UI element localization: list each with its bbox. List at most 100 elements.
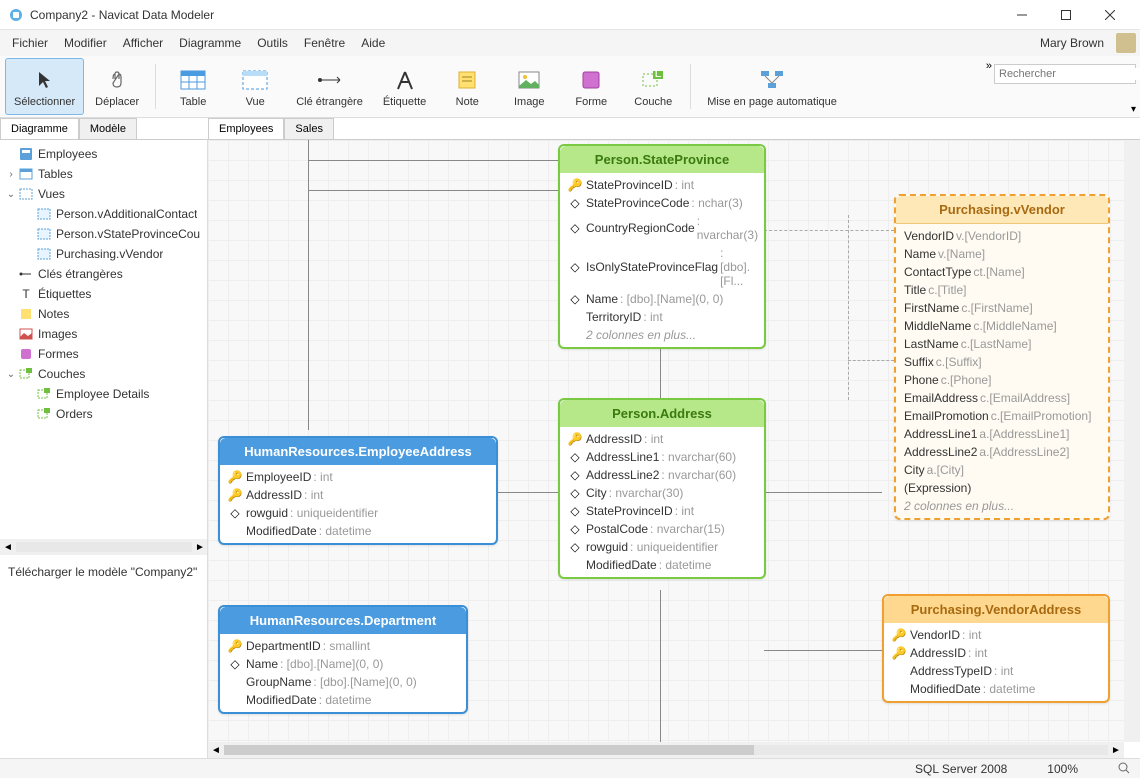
toolbar-more[interactable]: » xyxy=(986,60,992,72)
scroll-right[interactable]: ► xyxy=(192,542,208,553)
vertical-scrollbar[interactable] xyxy=(1124,140,1140,742)
field-row: MiddleName c.[MiddleName] xyxy=(896,317,1108,335)
menu-outils[interactable]: Outils xyxy=(249,32,296,54)
menu-afficher[interactable]: Afficher xyxy=(115,32,171,54)
close-button[interactable] xyxy=(1088,1,1132,29)
view-icon xyxy=(241,66,269,94)
horizontal-scrollbar[interactable]: ◄ ► xyxy=(208,742,1124,758)
view-icon xyxy=(36,206,52,222)
label-icon: T xyxy=(18,286,34,302)
field-row: 🔑AddressID: int xyxy=(220,486,496,504)
menu-diagramme[interactable]: Diagramme xyxy=(171,32,249,54)
window-title: Company2 - Navicat Data Modeler xyxy=(30,8,1000,22)
entity-department[interactable]: HumanResources.Department 🔑DepartmentID:… xyxy=(218,605,468,714)
tree-layer-item-1[interactable]: Orders xyxy=(0,404,207,424)
tree-view-item-0[interactable]: Person.vAdditionalContact xyxy=(0,204,207,224)
tab-employees[interactable]: Employees xyxy=(208,118,284,139)
tree-notes[interactable]: Notes xyxy=(0,304,207,324)
field-extra: 2 colonnes en plus... xyxy=(560,326,764,344)
maximize-button[interactable] xyxy=(1044,1,1088,29)
user-name[interactable]: Mary Brown xyxy=(1032,32,1112,54)
tool-label[interactable]: Étiquette xyxy=(374,58,435,115)
tree-tables[interactable]: ›Tables xyxy=(0,164,207,184)
field-row: Title c.[Title] xyxy=(896,281,1108,299)
diamond-icon: ◇ xyxy=(228,506,242,520)
tool-move[interactable]: Déplacer xyxy=(86,58,148,115)
connector xyxy=(660,590,661,742)
status-bar: SQL Server 2008 100% xyxy=(0,758,1140,778)
field-row: EmailAddress c.[EmailAddress] xyxy=(896,389,1108,407)
note-icon xyxy=(18,306,34,322)
diamond-icon: ◇ xyxy=(228,657,242,671)
tab-sales[interactable]: Sales xyxy=(284,118,334,139)
tool-view[interactable]: Vue xyxy=(225,58,285,115)
download-model-link[interactable]: Télécharger le modèle "Company2" xyxy=(8,565,197,579)
field-row: ModifiedDate: datetime xyxy=(884,680,1108,698)
tree-fks[interactable]: Clés étrangères xyxy=(0,264,207,284)
diamond-icon: ◇ xyxy=(568,486,582,500)
side-scrollbar[interactable]: ◄ ► xyxy=(0,539,208,555)
tool-table[interactable]: Table xyxy=(163,58,223,115)
field-row: ModifiedDate: datetime xyxy=(220,522,496,540)
tree-labels[interactable]: TÉtiquettes xyxy=(0,284,207,304)
side-tabs: Diagramme Modèle xyxy=(0,118,137,139)
tab-modele[interactable]: Modèle xyxy=(79,118,137,139)
minimize-button[interactable] xyxy=(1000,1,1044,29)
menu-aide[interactable]: Aide xyxy=(353,32,393,54)
image-icon xyxy=(515,66,543,94)
diagram-canvas[interactable]: Person.StateProvince 🔑StateProvinceID: i… xyxy=(208,140,1124,742)
diamond-icon: ◇ xyxy=(568,450,582,464)
tool-autolayout[interactable]: Mise en page automatique xyxy=(698,58,846,115)
scroll-track[interactable] xyxy=(224,745,1108,755)
tab-diagramme[interactable]: Diagramme xyxy=(0,118,79,139)
scroll-left[interactable]: ◄ xyxy=(0,542,16,553)
field-row: ◇CountryRegionCode: nvarchar(3) xyxy=(560,212,764,244)
tool-shape[interactable]: Forme xyxy=(561,58,621,115)
search-input[interactable] xyxy=(999,68,1140,80)
user-avatar[interactable] xyxy=(1116,33,1136,53)
connector-dashed xyxy=(848,360,894,361)
field-row: ◇AddressLine1: nvarchar(60) xyxy=(560,448,764,466)
menu-bar: Fichier Modifier Afficher Diagramme Outi… xyxy=(0,30,1140,56)
menu-modifier[interactable]: Modifier xyxy=(56,32,115,54)
diamond-icon: ◇ xyxy=(568,522,582,536)
tree-employees[interactable]: Employees xyxy=(0,144,207,164)
toolbar-dropdown[interactable]: ▾ xyxy=(1131,104,1136,115)
search-icon[interactable] xyxy=(1118,762,1132,776)
tool-select[interactable]: Sélectionner xyxy=(5,58,84,115)
field-row: City a.[City] xyxy=(896,461,1108,479)
connector xyxy=(308,140,309,430)
entity-vendor-address[interactable]: Purchasing.VendorAddress 🔑VendorID: int … xyxy=(882,594,1110,703)
scroll-right[interactable]: ► xyxy=(1108,745,1124,756)
scroll-thumb[interactable] xyxy=(224,745,754,755)
fk-icon xyxy=(316,66,344,94)
tree-layer-item-0[interactable]: Employee Details xyxy=(0,384,207,404)
tool-layer[interactable]: L Couche xyxy=(623,58,683,115)
tree-view-item-1[interactable]: Person.vStateProvinceCou xyxy=(0,224,207,244)
menu-fichier[interactable]: Fichier xyxy=(4,32,56,54)
scroll-track[interactable] xyxy=(16,542,192,552)
field-row: 🔑AddressID: int xyxy=(884,644,1108,662)
tool-note[interactable]: Note xyxy=(437,58,497,115)
scroll-left[interactable]: ◄ xyxy=(208,745,224,756)
tree-images[interactable]: Images xyxy=(0,324,207,344)
connector xyxy=(308,190,558,191)
canvas-wrap: Person.StateProvince 🔑StateProvinceID: i… xyxy=(208,139,1140,758)
field-row: EmailPromotion c.[EmailPromotion] xyxy=(896,407,1108,425)
tool-image[interactable]: Image xyxy=(499,58,559,115)
entity-state-province[interactable]: Person.StateProvince 🔑StateProvinceID: i… xyxy=(558,144,766,349)
tree-view-item-2[interactable]: Purchasing.vVendor xyxy=(0,244,207,264)
connector xyxy=(764,492,882,493)
tree-views[interactable]: ⌄Vues xyxy=(0,184,207,204)
toolbar-search[interactable] xyxy=(994,64,1136,84)
tree-shapes[interactable]: Formes xyxy=(0,344,207,364)
tree-layers[interactable]: ⌄Couches xyxy=(0,364,207,384)
tables-icon xyxy=(18,166,34,182)
entity-vvendor[interactable]: Purchasing.vVendor VendorID v.[VendorID]… xyxy=(894,194,1110,520)
entity-address[interactable]: Person.Address 🔑AddressID: int ◇AddressL… xyxy=(558,398,766,579)
entity-header: Purchasing.VendorAddress xyxy=(884,596,1108,623)
tool-fk[interactable]: Clé étrangère xyxy=(287,58,372,115)
menu-fenetre[interactable]: Fenêtre xyxy=(296,32,353,54)
entity-employee-address[interactable]: HumanResources.EmployeeAddress 🔑Employee… xyxy=(218,436,498,545)
field-row: 🔑VendorID: int xyxy=(884,626,1108,644)
